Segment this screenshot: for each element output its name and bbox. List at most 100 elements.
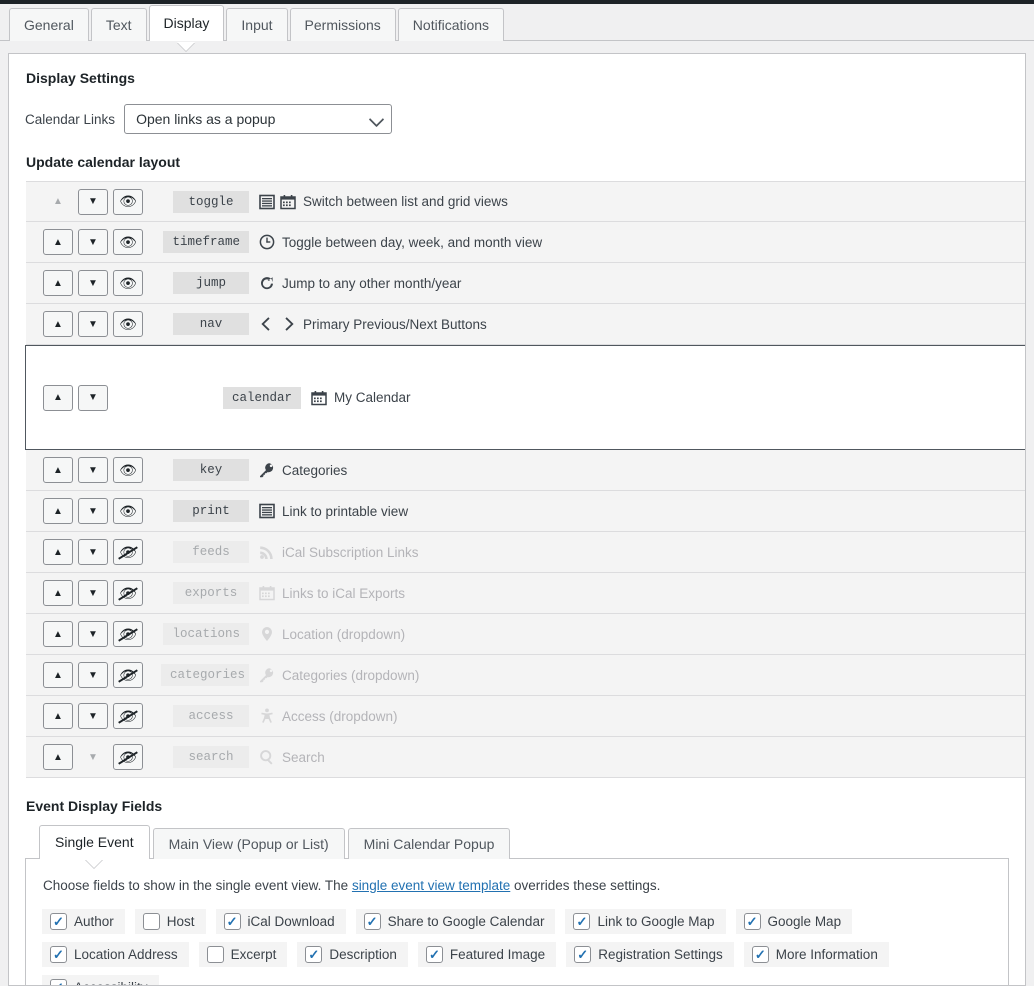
checkbox-checked-icon[interactable] <box>363 913 381 930</box>
checkbox-checked-icon[interactable] <box>50 913 67 930</box>
move-down-button[interactable] <box>78 498 108 524</box>
field-checkbox[interactable]: Registration Settings <box>566 942 734 967</box>
layout-row[interactable]: 👁 timeframe Toggle between day, week, and … <box>26 222 1025 263</box>
eye-visible-icon[interactable]: 👁 <box>113 311 143 337</box>
checkbox-checked-icon[interactable] <box>425 946 443 963</box>
layout-row[interactable]: 👁 exports Links to iCal Exports <box>26 573 1025 614</box>
move-down-button[interactable] <box>78 270 108 296</box>
move-down-button[interactable] <box>78 384 108 411</box>
eye-hidden-icon[interactable]: 👁 <box>113 580 143 606</box>
eye-visible-icon[interactable]: 👁 <box>113 457 143 483</box>
calendar-links-field: Calendar Links Open links as a popup <box>25 104 1009 134</box>
move-up-button[interactable] <box>43 229 73 255</box>
eye-hidden-icon[interactable]: 👁 <box>113 703 143 729</box>
layout-row[interactable]: calendar My Calendar <box>25 345 1025 450</box>
move-down-button[interactable] <box>78 311 108 337</box>
layout-row[interactable]: 👁 locations Location (dropdown) <box>26 614 1025 655</box>
move-up-button[interactable] <box>43 580 73 606</box>
field-checkbox[interactable]: Accessibility <box>42 975 159 985</box>
move-up-button[interactable] <box>43 539 73 565</box>
tab-notifications[interactable]: Notifications <box>397 8 505 41</box>
eye-visible-icon[interactable]: 👁 <box>113 270 143 296</box>
layout-row[interactable]: 👁 feeds iCal Subscription Links <box>26 532 1025 573</box>
move-up-button[interactable] <box>43 311 73 337</box>
row-label: Link to printable view <box>282 503 409 519</box>
move-down-button[interactable] <box>78 621 108 647</box>
eye-hidden-icon[interactable]: 👁 <box>113 621 143 647</box>
field-checkbox[interactable]: Excerpt <box>198 942 288 967</box>
move-down-button[interactable] <box>78 539 108 565</box>
eye-visible-icon[interactable]: 👁 <box>113 229 143 255</box>
checkbox-checked-icon[interactable] <box>223 913 241 930</box>
layout-row[interactable]: 👁 access Access (dropdown) <box>26 696 1025 737</box>
checkbox-checked-icon[interactable] <box>751 946 769 963</box>
tab-general[interactable]: General <box>9 8 89 41</box>
move-down-button[interactable] <box>78 580 108 606</box>
tab-text[interactable]: Text <box>90 8 147 41</box>
clock-icon <box>259 234 275 250</box>
move-up-button[interactable] <box>43 498 73 524</box>
layout-row[interactable]: 👁 search Search <box>26 737 1025 778</box>
move-up-button[interactable] <box>43 621 73 647</box>
subtab-single-event[interactable]: Single Event <box>39 825 150 859</box>
row-code: print <box>173 500 249 522</box>
subtab-main-view-popup-or-list[interactable]: Main View (Popup or List) <box>152 828 345 859</box>
single-event-fields-panel: Choose fields to show in the single even… <box>25 858 1009 985</box>
layout-row[interactable]: 👁 nav Primary Previous/Next Buttons <box>26 304 1025 345</box>
row-code-wrap: categories <box>161 664 259 686</box>
field-checkbox[interactable]: Google Map <box>735 909 853 934</box>
move-up-button[interactable] <box>43 270 73 296</box>
field-checkbox[interactable]: Share to Google Calendar <box>355 909 556 934</box>
move-up-button[interactable] <box>43 703 73 729</box>
field-checkbox[interactable]: Link to Google Map <box>565 909 726 934</box>
checkbox-unchecked-icon[interactable] <box>142 913 160 930</box>
subtab-mini-calendar-popup[interactable]: Mini Calendar Popup <box>347 828 511 859</box>
eye-visible-icon[interactable]: 👁 <box>113 498 143 524</box>
move-up-button[interactable] <box>43 744 73 770</box>
field-checkbox[interactable]: iCal Download <box>215 909 346 934</box>
layout-row[interactable]: 👁 categories Categories (dropdown) <box>26 655 1025 696</box>
checkbox-label: Description <box>329 947 397 962</box>
eye-hidden-icon[interactable]: 👁 <box>113 662 143 688</box>
calendar-links-select[interactable]: Open links as a popup <box>124 104 393 134</box>
layout-row[interactable]: 👁 jump Jump to any other month/year <box>26 263 1025 304</box>
layout-row[interactable]: 👁 toggle Switch between list and grid view… <box>26 181 1025 222</box>
field-checkbox[interactable]: Featured Image <box>417 942 557 967</box>
eye-hidden-icon[interactable]: 👁 <box>113 539 143 565</box>
field-checkbox[interactable]: Host <box>134 909 206 934</box>
tab-display[interactable]: Display <box>148 5 225 41</box>
row-controls: 👁 <box>43 621 161 647</box>
checkbox-label: Author <box>74 914 114 929</box>
tab-input[interactable]: Input <box>226 8 288 41</box>
layout-row[interactable]: 👁 print Link to printable view <box>26 491 1025 532</box>
field-checkbox[interactable]: Description <box>297 942 408 967</box>
eye-visible-icon[interactable]: 👁 <box>113 188 143 215</box>
checkbox-checked-icon[interactable] <box>50 946 67 963</box>
checkbox-checked-icon[interactable] <box>305 946 323 963</box>
move-up-button[interactable] <box>43 384 73 411</box>
calendar-links-label: Calendar Links <box>25 111 116 127</box>
move-up-button[interactable] <box>43 662 73 688</box>
checkbox-checked-icon[interactable] <box>574 946 592 963</box>
checkbox-checked-icon[interactable] <box>743 913 761 930</box>
field-checkbox[interactable]: More Information <box>743 942 889 967</box>
row-code: access <box>173 705 249 727</box>
move-down-button[interactable] <box>78 457 108 483</box>
checkbox-label: Accessibility <box>74 980 148 985</box>
checkbox-checked-icon[interactable] <box>573 913 591 930</box>
move-down-button[interactable] <box>78 703 108 729</box>
row-code: feeds <box>173 541 249 563</box>
row-code: calendar <box>222 386 301 409</box>
move-down-button[interactable] <box>78 662 108 688</box>
checkbox-checked-icon[interactable] <box>50 979 67 985</box>
field-checkbox[interactable]: Author <box>42 909 125 934</box>
eye-hidden-icon[interactable]: 👁 <box>113 744 143 770</box>
single-event-view-template-link[interactable]: single event view template <box>352 878 510 893</box>
move-up-button[interactable] <box>43 457 73 483</box>
tab-permissions[interactable]: Permissions <box>289 8 396 41</box>
checkbox-unchecked-icon[interactable] <box>206 946 224 963</box>
field-checkbox[interactable]: Location Address <box>42 942 189 967</box>
move-down-button[interactable] <box>78 229 108 255</box>
layout-row[interactable]: 👁 key Categories <box>26 450 1025 491</box>
move-down-button[interactable] <box>78 188 108 215</box>
